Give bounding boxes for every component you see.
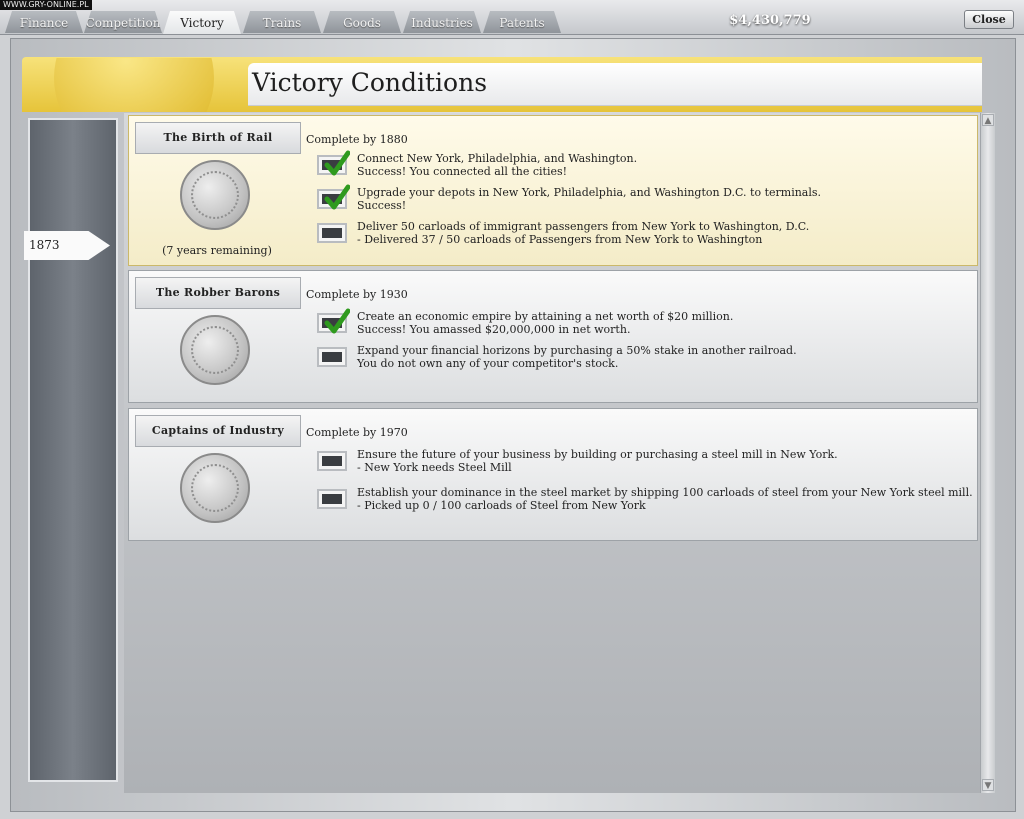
complete-by: Complete by 1880 — [306, 133, 408, 146]
goal-checkbox[interactable] — [317, 451, 347, 471]
goal-text: Ensure the future of your business by bu… — [357, 448, 838, 474]
goal-checkbox[interactable] — [317, 150, 350, 176]
condition-panel-captains-of-industry: Captains of Industry Complete by 1970 En… — [128, 408, 978, 541]
checkmark-icon — [324, 150, 350, 176]
condition-panel-birth-of-rail: The Birth of Rail (7 years remaining) Co… — [128, 115, 978, 266]
condition-title: The Birth of Rail — [135, 122, 301, 154]
top-tab-bar: Finance Competition Victory Trains Goods… — [0, 0, 1024, 35]
tab-industries[interactable]: Industries — [403, 11, 481, 33]
goal-text: Expand your financial horizons by purcha… — [357, 344, 797, 370]
goal-text: Establish your dominance in the steel ma… — [357, 486, 973, 512]
close-button[interactable]: Close — [964, 10, 1014, 29]
complete-by: Complete by 1970 — [306, 426, 408, 439]
gold-coin-decoration — [48, 58, 218, 112]
money-display: $4,430,779 — [729, 13, 811, 28]
tab-trains[interactable]: Trains — [243, 11, 321, 33]
years-remaining: (7 years remaining) — [162, 244, 272, 257]
goal-checkbox[interactable] — [317, 308, 350, 334]
checkmark-icon — [324, 184, 350, 210]
scrollbar[interactable]: ▲ ▼ — [980, 113, 995, 793]
timeline-column — [28, 118, 118, 782]
goal-text: Create an economic empire by attaining a… — [357, 310, 734, 336]
scroll-down-arrow[interactable]: ▼ — [982, 779, 994, 791]
goal-text: Upgrade your depots in New York, Philade… — [357, 186, 822, 212]
tab-goods[interactable]: Goods — [323, 11, 401, 33]
goal-checkbox[interactable] — [317, 489, 347, 509]
condition-panel-robber-barons: The Robber Barons Complete by 1930 Creat… — [128, 270, 978, 403]
goal-checkbox[interactable] — [317, 347, 347, 367]
goal-checkbox[interactable] — [317, 223, 347, 243]
medal-icon — [180, 453, 250, 523]
watermark: WWW.GRY-ONLINE.PL — [0, 0, 92, 10]
condition-title: Captains of Industry — [135, 415, 301, 447]
page-title: Victory Conditions — [252, 68, 488, 97]
medal-icon — [180, 160, 250, 230]
tab-finance[interactable]: Finance — [5, 11, 83, 33]
tab-victory[interactable]: Victory — [163, 11, 241, 34]
tab-patents[interactable]: Patents — [483, 11, 561, 33]
goal-text: Deliver 50 carloads of immigrant passeng… — [357, 220, 810, 246]
medal-icon — [180, 315, 250, 385]
scroll-up-arrow[interactable]: ▲ — [982, 114, 994, 126]
checkmark-icon — [324, 308, 350, 334]
title-plate: Victory Conditions — [248, 63, 982, 106]
goal-checkbox[interactable] — [317, 184, 350, 210]
goal-text: Connect New York, Philadelphia, and Wash… — [357, 152, 638, 178]
complete-by: Complete by 1930 — [306, 288, 408, 301]
tab-competition[interactable]: Competition — [84, 11, 162, 33]
condition-title: The Robber Barons — [135, 277, 301, 309]
